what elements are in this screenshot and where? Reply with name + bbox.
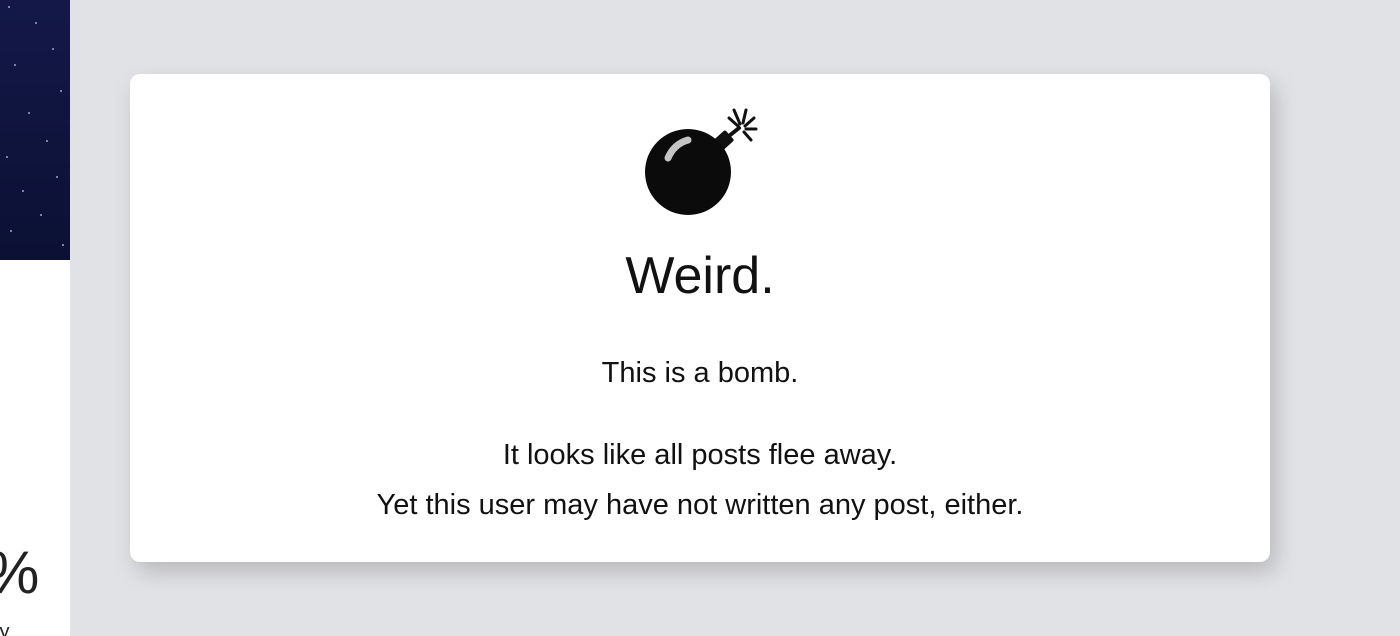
stat-value: % [0, 538, 39, 608]
stat-label: ty [0, 621, 10, 636]
empty-state-message-2: It looks like all posts flee away. [502, 439, 898, 471]
empty-state-message-3: Yet this user may have not written any p… [376, 489, 1024, 521]
empty-state-title: Weird. [625, 247, 775, 305]
bomb-icon [645, 108, 758, 215]
profile-side-panel: % ty [0, 0, 70, 636]
cover-image [0, 0, 70, 260]
empty-state-message-1: This is a bomb. [601, 357, 799, 389]
